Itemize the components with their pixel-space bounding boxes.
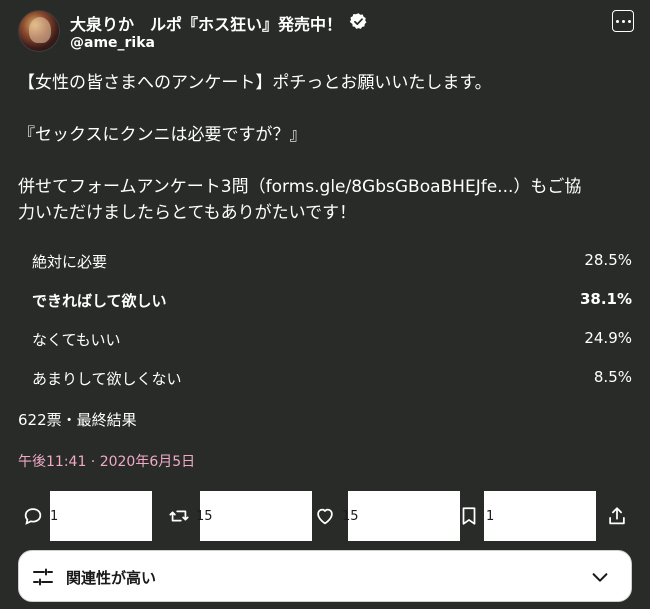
bookmark-button[interactable]: 1 xyxy=(458,491,494,541)
chevron-down-icon xyxy=(592,573,608,582)
sort-dropdown[interactable]: 関連性が高い xyxy=(18,550,632,602)
verified-badge-icon xyxy=(349,13,367,29)
poll-option-label: 絶対に必要 xyxy=(32,253,108,271)
poll-option-percent: 38.1% xyxy=(579,290,632,308)
poll: 絶対に必要 28.5% できればして欲しい 38.1% なくてもいい 24.9%… xyxy=(18,242,634,398)
reply-count: 1 xyxy=(50,508,59,524)
tweet-line: 力いただけましたらとてもありがたいです！ xyxy=(18,203,357,223)
poll-option: なくてもいい 24.9% xyxy=(18,320,634,359)
poll-option-winner: できればして欲しい 38.1% xyxy=(18,281,634,320)
poll-option-label: なくてもいい xyxy=(32,331,121,349)
action-bg xyxy=(200,491,312,541)
sort-label: 関連性が高い xyxy=(66,569,157,587)
tweet-line: 『セックスにクンニは必要ですが？』 xyxy=(18,125,307,145)
display-name[interactable]: 大泉りか ルポ『ホス狂い』発売中！ xyxy=(70,11,342,35)
sort-icon xyxy=(33,568,53,586)
share-button[interactable] xyxy=(606,491,628,541)
poll-option: あまりして欲しくない 8.5% xyxy=(18,359,634,398)
poll-option-percent: 28.5% xyxy=(584,251,632,269)
tweet-line: 【女性の皆さまへのアンケート】ポチっとお願いいたします。 xyxy=(18,73,492,93)
action-bg xyxy=(484,491,596,541)
retweet-button[interactable]: 15 xyxy=(168,491,213,541)
timestamp[interactable]: 午後11:41 · 2020年6月5日 xyxy=(18,451,195,471)
avatar[interactable] xyxy=(18,10,60,52)
more-icon[interactable] xyxy=(612,10,634,32)
poll-meta: 622票・最終結果 xyxy=(18,411,137,429)
action-bg xyxy=(50,491,152,541)
bookmark-count: 1 xyxy=(486,508,495,524)
tweet-line: 併せてフォームアンケート3問（forms.gle/8GbsGBoaBHEJfe.… xyxy=(18,177,582,197)
retweet-count: 15 xyxy=(196,508,213,524)
bookmark-icon xyxy=(462,507,476,525)
tweet-text: 【女性の皆さまへのアンケート】ポチっとお願いいたします。 『セックスにクンニは必… xyxy=(18,70,634,226)
like-icon xyxy=(317,508,333,525)
action-bar: 1 15 15 1 xyxy=(18,491,634,541)
poll-option: 絶対に必要 28.5% xyxy=(18,242,634,281)
tweet-header: 大泉りか ルポ『ホス狂い』発売中！ @ame_rika xyxy=(18,10,634,56)
action-bg xyxy=(348,491,460,541)
poll-option-label: できればして欲しい xyxy=(32,292,167,310)
reply-icon xyxy=(24,508,42,525)
poll-option-label: あまりして欲しくない xyxy=(32,370,182,388)
poll-option-percent: 8.5% xyxy=(593,368,632,386)
poll-option-percent: 24.9% xyxy=(584,329,632,347)
like-button[interactable]: 15 xyxy=(314,491,359,541)
share-icon xyxy=(609,507,625,525)
user-handle[interactable]: @ame_rika xyxy=(70,35,155,51)
like-count: 15 xyxy=(342,508,359,524)
retweet-icon xyxy=(169,510,189,522)
reply-button[interactable]: 1 xyxy=(22,491,58,541)
